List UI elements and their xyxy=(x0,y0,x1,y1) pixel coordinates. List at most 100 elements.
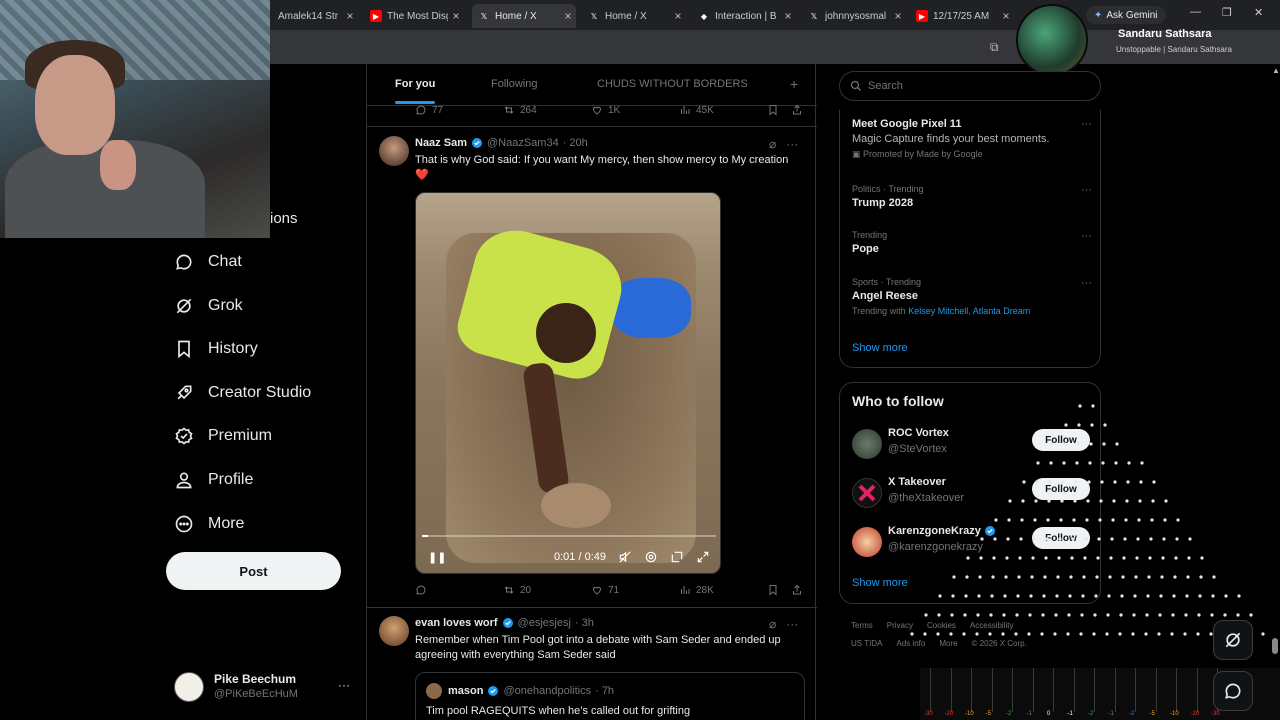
mixer-channel-line xyxy=(1073,668,1075,712)
views-button[interactable]: 28K xyxy=(679,584,714,596)
reply-button[interactable] xyxy=(415,584,432,596)
tab-most-disg[interactable]: ▶ The Most Disg × xyxy=(364,4,464,28)
trend-item[interactable]: Trending Pope ··· xyxy=(852,230,1092,255)
footer-link[interactable]: Privacy xyxy=(887,621,913,630)
tweet-author-name[interactable]: evan loves worf xyxy=(415,617,498,629)
more-dots-icon[interactable]: ··· xyxy=(1081,184,1092,196)
post-button[interactable]: Post xyxy=(166,552,341,590)
tab-close-icon[interactable]: × xyxy=(998,9,1014,23)
share-button[interactable] xyxy=(791,584,803,596)
nav-label: History xyxy=(208,340,258,357)
bookmark-button[interactable] xyxy=(767,584,779,596)
follow-suggestion[interactable]: ROC Vortex @SteVortex Follow xyxy=(852,427,1092,461)
footer-link[interactable]: Accessibility xyxy=(970,621,1014,630)
avatar[interactable] xyxy=(379,136,409,166)
trending-with-links[interactable]: Kelsey Mitchell, Atlanta Dream xyxy=(908,306,1030,316)
scroll-up-icon[interactable]: ▲ xyxy=(1272,66,1280,75)
search-input[interactable]: Search xyxy=(839,71,1101,101)
trend-item[interactable]: Politics · Trending Trump 2028 ··· xyxy=(852,184,1092,209)
page-scrollbar[interactable]: ▲ xyxy=(1272,66,1280,716)
nav-item-profile[interactable]: Profile xyxy=(174,465,253,495)
footer-link[interactable]: US TIDA xyxy=(851,639,882,648)
overlay-dot xyxy=(1212,575,1216,579)
avatar[interactable] xyxy=(379,616,409,646)
show-more-follows-link[interactable]: Show more xyxy=(852,577,908,589)
grok-float-button[interactable] xyxy=(1213,620,1253,660)
nav-item-creator-studio[interactable]: Creator Studio xyxy=(174,378,311,408)
video-progress-bar[interactable] xyxy=(422,535,716,537)
nav-item-more[interactable]: More xyxy=(174,509,244,539)
tweet-timestamp[interactable]: · 3h xyxy=(575,617,594,629)
share-button[interactable] xyxy=(791,104,803,116)
show-more-trends-link[interactable]: Show more xyxy=(852,342,908,354)
more-dots-icon[interactable]: ··· xyxy=(1081,118,1092,130)
bookmark-button[interactable] xyxy=(767,104,779,116)
nav-item-chat[interactable]: Chat xyxy=(174,247,242,277)
views-button[interactable]: 45K xyxy=(679,104,714,116)
like-button[interactable]: 1K xyxy=(591,104,620,116)
tab-for-you[interactable]: For you xyxy=(395,78,435,90)
footer-link[interactable]: Ads info xyxy=(896,639,925,648)
more-dots-icon[interactable]: ··· xyxy=(1081,277,1092,289)
nav-label: Chat xyxy=(208,253,242,270)
more-dots-icon[interactable]: ··· xyxy=(1081,230,1092,242)
trend-item[interactable]: Sports · Trending Angel Reese Trending w… xyxy=(852,277,1092,316)
tweet-author-handle[interactable]: @esjesjesj xyxy=(518,617,571,629)
tab-home-x[interactable]: 𝕏 Home / X × xyxy=(582,4,686,28)
nav-item-premium[interactable]: Premium xyxy=(174,421,272,451)
screen-share-icon[interactable]: ⧉ xyxy=(990,40,999,55)
repost-button[interactable]: 264 xyxy=(503,104,537,116)
overlay-dot xyxy=(1053,632,1057,636)
overlay-dot xyxy=(1102,442,1106,446)
tab-chuds-without-borders[interactable]: CHUDS WITHOUT BORDERS xyxy=(597,78,748,90)
footer-link[interactable]: Terms xyxy=(851,621,873,630)
promoted-ad[interactable]: Meet Google Pixel 11 Magic Capture finds… xyxy=(852,118,1092,160)
nav-item-notifications-partial[interactable]: ions xyxy=(270,210,298,227)
mixer-channel-line xyxy=(971,668,972,712)
messages-float-button[interactable] xyxy=(1213,671,1253,711)
follow-button[interactable]: Follow xyxy=(1032,429,1090,451)
tab-following[interactable]: Following xyxy=(491,78,537,90)
tweet-author-name[interactable]: Naaz Sam xyxy=(415,137,467,149)
tab-12-17-25[interactable]: ▶ 12/17/25 AM × xyxy=(910,4,1014,28)
tweet-author-handle[interactable]: @NaazSam34 xyxy=(487,137,559,149)
follow-button[interactable]: Follow xyxy=(1032,527,1090,549)
footer-link[interactable]: More xyxy=(939,639,957,648)
footer-link[interactable]: Cookies xyxy=(927,621,956,630)
more-dots-icon[interactable]: ··· xyxy=(338,678,350,692)
tab-amalek14[interactable]: Amalek14 Str × xyxy=(272,4,358,28)
nav-item-grok[interactable]: Grok xyxy=(174,291,243,321)
pause-icon[interactable]: ❚❚ xyxy=(428,551,446,564)
grok-icon[interactable]: ⌀ xyxy=(769,617,776,631)
repost-button[interactable]: 20 xyxy=(503,584,531,596)
quoted-tweet[interactable]: mason @onehandpolitics · 7h Tim pool RAG… xyxy=(415,672,805,720)
tab-close-icon[interactable]: × xyxy=(780,9,796,23)
follow-button[interactable]: Follow xyxy=(1032,478,1090,500)
tab-close-icon[interactable]: × xyxy=(670,9,686,23)
pip-icon[interactable] xyxy=(670,550,684,564)
tab-close-icon[interactable]: × xyxy=(448,9,464,23)
account-switcher[interactable]: Pike Beechum @PiKeBeEcHuM ··· xyxy=(174,670,354,706)
tab-home-x-active[interactable]: 𝕏 Home / X × xyxy=(472,4,576,28)
tweet-timestamp[interactable]: · 20h xyxy=(563,137,588,149)
grok-icon[interactable]: ⌀ xyxy=(769,137,776,151)
tab-johnnysosmal[interactable]: 𝕏johnnysosmal × xyxy=(802,4,906,28)
tab-close-icon[interactable]: × xyxy=(890,9,906,23)
like-button[interactable]: 71 xyxy=(591,584,619,596)
reply-button[interactable]: 77 xyxy=(415,104,443,116)
more-dots-icon[interactable]: ··· xyxy=(786,617,798,631)
tab-interaction[interactable]: ◆ Interaction | B × xyxy=(692,4,796,28)
scrollbar-thumb[interactable] xyxy=(1272,638,1278,654)
nav-item-history[interactable]: History xyxy=(174,334,258,364)
tweet-video[interactable]: ❚❚ 0:01 / 0:49 xyxy=(415,192,721,574)
add-tab-icon[interactable]: + xyxy=(790,76,798,92)
more-dots-icon[interactable]: ··· xyxy=(786,137,798,151)
settings-icon[interactable] xyxy=(644,550,658,564)
tab-close-icon[interactable]: × xyxy=(342,9,358,23)
repost-icon xyxy=(504,586,514,594)
tab-close-icon[interactable]: × xyxy=(560,9,576,23)
follow-suggestion[interactable]: KarenzgoneKrazy @karenzgonekrazy Follow xyxy=(852,525,1092,559)
follow-suggestion[interactable]: X Takeover @theXtakeover Follow xyxy=(852,476,1092,510)
mute-icon[interactable] xyxy=(618,550,632,564)
fullscreen-icon[interactable] xyxy=(696,550,710,564)
